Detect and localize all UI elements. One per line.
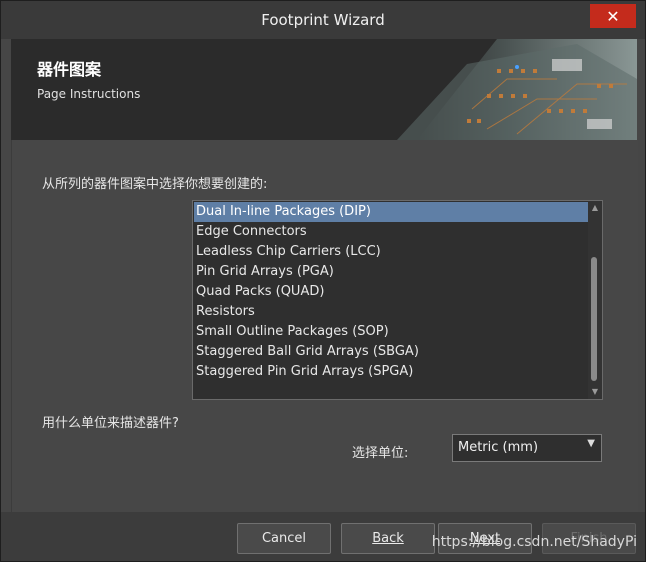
wizard-content: 从所列的器件图案中选择你想要创建的: Dual In-line Packages… (11, 140, 638, 512)
chevron-down-icon: ▼ (587, 438, 595, 449)
unit-dropdown[interactable]: Metric (mm) ▼ (452, 434, 602, 462)
back-button[interactable]: Back (341, 523, 435, 554)
list-item[interactable]: Staggered Ball Grid Arrays (SBGA) (194, 342, 589, 362)
header-banner: 器件图案 Page Instructions (11, 39, 637, 140)
window-title: Footprint Wizard (261, 11, 385, 29)
page-subtitle: Page Instructions (37, 87, 141, 101)
title-bar[interactable]: Footprint Wizard ✕ (1, 1, 645, 39)
list-scrollbar[interactable]: ▲ ▼ (588, 201, 602, 399)
list-item[interactable]: Pin Grid Arrays (PGA) (194, 262, 589, 282)
cancel-button[interactable]: Cancel (237, 523, 331, 554)
list-item[interactable]: Leadless Chip Carriers (LCC) (194, 242, 589, 262)
unit-selected-value: Metric (mm) (458, 440, 539, 455)
list-item[interactable]: Quad Packs (QUAD) (194, 282, 589, 302)
back-button-label: Back (372, 531, 404, 546)
list-item[interactable]: Staggered Pin Grid Arrays (SPGA) (194, 362, 589, 382)
unit-prompt: 用什么单位来描述器件? (42, 416, 179, 431)
footprint-type-list[interactable]: Dual In-line Packages (DIP) Edge Connect… (192, 200, 603, 400)
close-icon: ✕ (606, 6, 620, 26)
footprint-prompt: 从所列的器件图案中选择你想要创建的: (42, 177, 268, 192)
watermark-text: https://blog.csdn.net/ShadyPi (431, 534, 637, 550)
wizard-footer: Cancel Back Next Finish https://blog.csd… (1, 512, 645, 561)
unit-label: 选择单位: (352, 446, 409, 461)
scroll-down-icon[interactable]: ▼ (588, 385, 602, 399)
scroll-up-icon[interactable]: ▲ (588, 201, 602, 215)
list-item[interactable]: Dual In-line Packages (DIP) (194, 202, 589, 222)
footprint-wizard-window: Footprint Wizard ✕ 器件图案 Page Instruction… (0, 0, 646, 562)
list-item[interactable]: Small Outline Packages (SOP) (194, 322, 589, 342)
close-button[interactable]: ✕ (590, 4, 636, 28)
scrollbar-thumb[interactable] (591, 257, 597, 381)
list-item[interactable]: Resistors (194, 302, 589, 322)
list-item[interactable]: Edge Connectors (194, 222, 589, 242)
pcb-banner-image (397, 39, 637, 140)
page-title: 器件图案 (37, 60, 102, 79)
